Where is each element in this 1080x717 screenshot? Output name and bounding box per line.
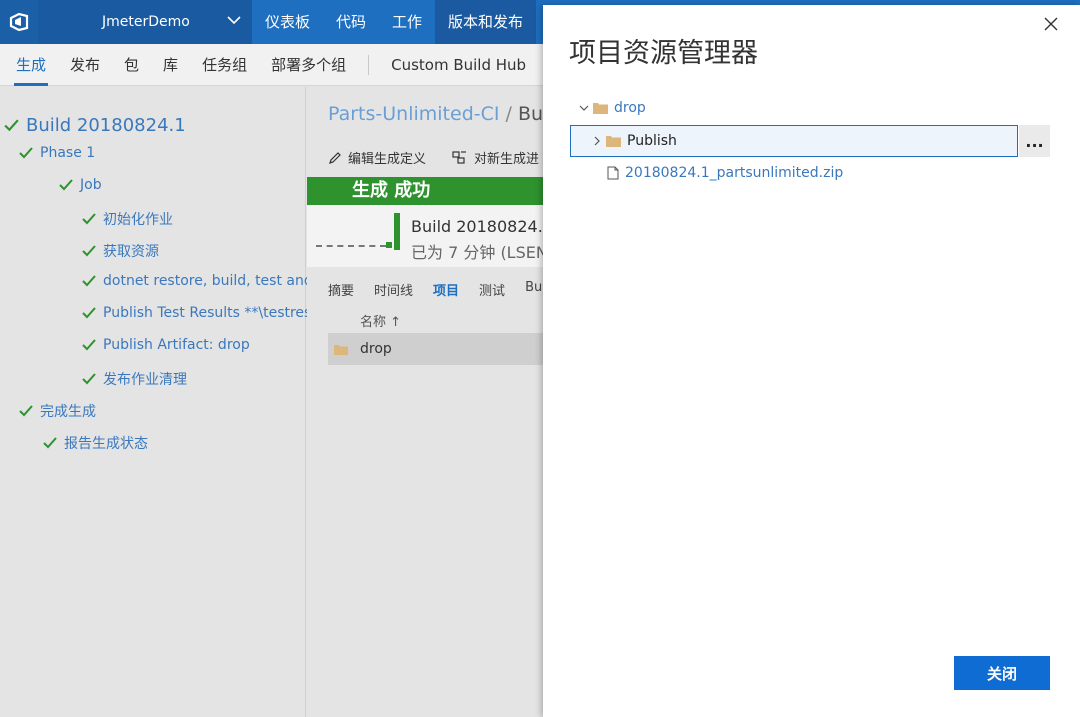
subnav-packages[interactable]: 包 (112, 44, 151, 86)
check-icon (19, 147, 33, 159)
build-tabs: 摘要 时间线 项目 测试 Bu (328, 280, 542, 299)
tab-artifacts[interactable]: 项目 (433, 280, 459, 299)
subnav-library[interactable]: 库 (151, 44, 190, 86)
build-succeeded-banner: 生成 成功 (307, 177, 543, 205)
build-name: Build 20180824.1 (411, 217, 543, 236)
build-duration: 已为 7 分钟 (LSEN (411, 243, 543, 262)
queue-icon (452, 150, 467, 164)
close-button[interactable]: 关闭 (954, 656, 1050, 690)
tree-job-label: Job (80, 177, 102, 193)
tree-step-dotnet[interactable]: dotnet restore, build, test and ... (81, 273, 331, 289)
build-info-card: Build 20180824.1 已为 7 分钟 (LSEN (307, 205, 543, 267)
edit-definition-button[interactable]: 编辑生成定义 (328, 148, 426, 167)
more-actions-button[interactable]: ... (1019, 125, 1050, 157)
breadcrumb: Parts-Unlimited-CI / Build 2 (328, 103, 543, 125)
check-icon (19, 405, 33, 417)
tree-step-label: Publish Artifact: drop (103, 337, 250, 353)
tree-job[interactable]: Job (58, 177, 102, 193)
check-icon (4, 119, 19, 132)
nav-work[interactable]: 工作 (379, 0, 435, 44)
tree-step-initialize[interactable]: 初始化作业 (81, 209, 173, 229)
tree-build-root[interactable]: Build 20180824.1 (3, 115, 186, 136)
tree-finish-label: 完成生成 (40, 404, 96, 420)
pencil-icon (329, 151, 341, 164)
build-steps-tree: Build 20180824.1 Phase 1 Job 初始化作业 获取资源 … (0, 87, 337, 717)
tab-timeline[interactable]: 时间线 (374, 280, 413, 299)
tree-item-publish[interactable]: Publish (591, 133, 677, 149)
tree-phase[interactable]: Phase 1 (18, 145, 95, 161)
tree-item-zip-file[interactable]: 20180824.1_partsunlimited.zip (607, 165, 843, 181)
edit-definition-label: 编辑生成定义 (348, 152, 427, 167)
tree-item-label: Publish (627, 133, 677, 149)
breadcrumb-separator: / (505, 103, 512, 125)
chevron-down-icon (226, 12, 242, 32)
close-icon[interactable] (1041, 14, 1061, 34)
project-name: JmeterDemo (102, 14, 190, 30)
check-icon (82, 213, 96, 225)
artifact-row[interactable]: drop (328, 333, 543, 365)
tab-tests[interactable]: 测试 (479, 280, 505, 299)
folder-icon (334, 344, 348, 355)
check-icon (59, 179, 73, 191)
build-actions-toolbar: 编辑生成定义 对新生成进 (328, 148, 539, 167)
artifacts-explorer-dialog: 项目资源管理器 drop Publish ... 20180824.1_part… (543, 5, 1080, 717)
artifact-name: drop (360, 341, 392, 357)
subnav-releases[interactable]: 发布 (58, 44, 112, 86)
chevron-down-icon (579, 105, 589, 111)
file-icon (607, 166, 619, 180)
tree-item-label: drop (614, 100, 646, 116)
tree-item-drop[interactable]: drop (578, 100, 646, 116)
folder-icon (593, 103, 608, 114)
tree-step-cleanup[interactable]: 发布作业清理 (81, 369, 187, 389)
check-icon (82, 373, 96, 385)
check-icon (82, 339, 96, 351)
check-icon (82, 245, 96, 257)
dialog-title: 项目资源管理器 (569, 38, 758, 69)
check-icon (43, 437, 57, 449)
tree-step-get-sources[interactable]: 获取资源 (81, 241, 159, 261)
tree-step-label: Publish Test Results **\testresul... (103, 305, 338, 321)
tree-report-status[interactable]: 报告生成状态 (42, 433, 148, 453)
tree-step-publish-test-results[interactable]: Publish Test Results **\testresul... (81, 305, 337, 321)
subnav-task-groups[interactable]: 任务组 (190, 44, 259, 86)
tree-step-label: 发布作业清理 (103, 372, 187, 388)
tree-step-label: 初始化作业 (103, 212, 173, 228)
hub-group-nav: 仪表板 代码 工作 版本和发布 (252, 0, 537, 44)
tab-summary[interactable]: 摘要 (328, 280, 354, 299)
nav-build-release[interactable]: 版本和发布 (435, 0, 537, 44)
subnav-custom-build-hub[interactable]: Custom Build Hub (379, 44, 538, 86)
nav-dashboards[interactable]: 仪表板 (252, 0, 323, 44)
chevron-right-icon (594, 136, 600, 146)
build-history-line (316, 245, 386, 247)
tree-item-label: 20180824.1_partsunlimited.zip (625, 165, 844, 181)
tree-step-label: dotnet restore, build, test and ... (103, 273, 331, 289)
tree-report-label: 报告生成状态 (64, 436, 148, 452)
queue-build-button[interactable]: 对新生成进 (452, 148, 539, 167)
tree-step-label: 获取资源 (103, 244, 159, 260)
tab-more[interactable]: Bu (525, 280, 542, 299)
folder-icon (606, 136, 621, 147)
nav-code[interactable]: 代码 (323, 0, 379, 44)
subnav-deployment-groups[interactable]: 部署多个组 (259, 44, 358, 86)
check-icon (82, 275, 96, 287)
build-history-marker (386, 242, 392, 248)
name-column-header[interactable]: 名称 ↑ (360, 311, 401, 330)
build-history-bar[interactable] (394, 213, 400, 250)
breadcrumb-build: Build 2 (517, 103, 543, 125)
tree-build-label: Build 20180824.1 (26, 115, 186, 136)
tree-finish-build[interactable]: 完成生成 (18, 401, 96, 421)
project-selector[interactable]: JmeterDemo (38, 0, 252, 44)
build-summary-panel: Parts-Unlimited-CI / Build 2 编辑生成定义 对新生成… (307, 87, 543, 717)
tree-step-publish-artifact[interactable]: Publish Artifact: drop (81, 337, 250, 353)
subnav-divider (368, 54, 370, 75)
tree-phase-label: Phase 1 (40, 145, 96, 161)
queue-build-label: 对新生成进 (474, 152, 540, 167)
breadcrumb-pipeline[interactable]: Parts-Unlimited-CI (328, 103, 499, 125)
check-icon (82, 307, 96, 319)
vsts-logo-icon[interactable] (0, 0, 38, 44)
subnav-builds[interactable]: 生成 (4, 44, 58, 86)
